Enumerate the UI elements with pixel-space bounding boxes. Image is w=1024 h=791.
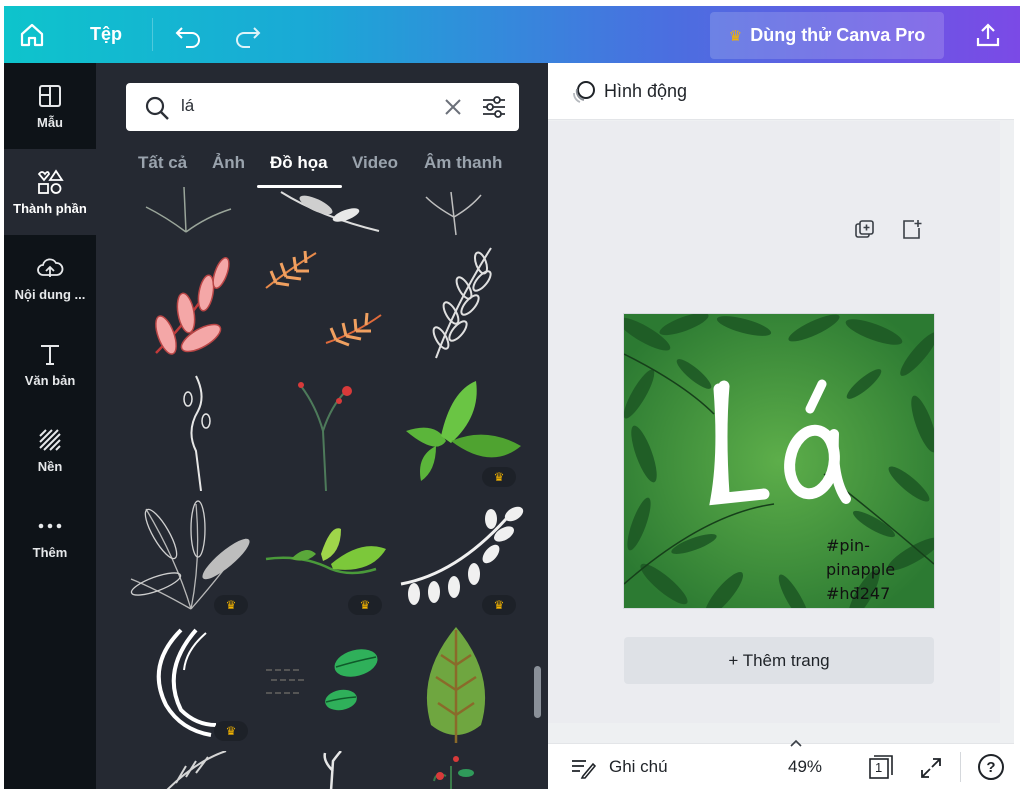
undo-icon — [175, 26, 200, 48]
undo-button[interactable] — [174, 6, 204, 63]
fullscreen-icon[interactable] — [920, 757, 942, 779]
leaf-graphic[interactable] — [126, 371, 256, 491]
rail-item-templates[interactable]: Mẫu — [4, 63, 96, 149]
try-canva-pro-button[interactable]: ♛ Dùng thử Canva Pro — [710, 12, 944, 59]
pro-badge: ♛ — [214, 595, 248, 615]
design-page[interactable]: #pin-pinapple #hđ247 — [624, 314, 934, 608]
right-edge — [1014, 63, 1020, 789]
help-button[interactable]: ? — [978, 754, 1004, 780]
upload-cloud-icon — [36, 255, 64, 281]
rail-item-elements[interactable]: Thành phần — [4, 149, 96, 235]
duplicate-page-icon[interactable] — [854, 219, 876, 241]
leaf-graphic[interactable] — [261, 243, 391, 363]
divider — [152, 18, 153, 51]
redo-button[interactable] — [232, 6, 262, 63]
rail-item-label: Nền — [37, 458, 63, 474]
pro-button-label: Dùng thử Canva Pro — [750, 25, 926, 45]
share-export-button[interactable] — [974, 6, 1002, 63]
text-icon — [38, 341, 62, 367]
page-count-button[interactable]: 1 — [868, 754, 894, 780]
editor-toolbar: Hình động — [548, 63, 1020, 120]
content-tabs: Tất cả Ảnh Đồ họa Video Âm thanh — [96, 145, 548, 188]
elements-icon — [36, 168, 64, 195]
pro-badge: ♛ — [482, 467, 516, 487]
leaf-graphic[interactable] — [396, 751, 526, 789]
rail-item-label: Văn bản — [24, 372, 76, 388]
rail-item-label: Thêm — [32, 544, 68, 560]
add-page-button[interactable]: + Thêm trang — [624, 637, 934, 684]
tab-video[interactable]: Video — [352, 153, 398, 173]
notes-label[interactable]: Ghi chú — [609, 757, 668, 777]
hashtag-line-1: #pin-pinapple — [826, 536, 896, 579]
chevron-up-icon[interactable] — [790, 739, 802, 747]
left-rail: Mẫu Thành phần Nội dung ... Văn bản Nền — [4, 63, 96, 789]
rail-item-background[interactable]: Nền — [4, 407, 96, 493]
crown-icon: ♛ — [728, 27, 743, 45]
page-count: 1 — [875, 760, 883, 775]
leaf-graphic[interactable] — [261, 371, 391, 491]
panel-scrollbar[interactable] — [534, 666, 541, 718]
pro-badge: ♛ — [482, 595, 516, 615]
notes-icon[interactable] — [570, 757, 596, 779]
add-page-icon[interactable] — [900, 218, 924, 242]
redo-icon — [236, 26, 261, 48]
leaf-graphic[interactable] — [261, 625, 391, 745]
search-input[interactable]: lá — [181, 96, 194, 116]
divider — [960, 752, 961, 782]
elements-panel: lá Tất cả Ảnh Đồ họa Video Âm thanh ♛ ♛ … — [96, 63, 548, 789]
hashtag-line-2: #hđ247 — [826, 584, 891, 603]
upload-icon — [976, 22, 1000, 46]
editor-footer: Ghi chú 49% 1 ? — [548, 739, 1020, 789]
rail-item-text[interactable]: Văn bản — [4, 321, 96, 407]
tab-audio[interactable]: Âm thanh — [424, 153, 502, 173]
pro-badge: ♛ — [214, 721, 248, 741]
canvas-area: #pin-pinapple #hđ247 + Thêm trang — [548, 121, 1000, 723]
pro-badge: ♛ — [348, 595, 382, 615]
leaf-graphic[interactable] — [396, 625, 526, 745]
template-icon — [38, 83, 62, 109]
rail-item-more[interactable]: Thêm — [4, 493, 96, 579]
leaf-graphic[interactable] — [261, 187, 391, 237]
leaf-graphic[interactable] — [126, 187, 256, 237]
editor-area: Hình động #pin-pinapple #hđ247 + Thêm tr… — [548, 63, 1020, 789]
leaf-graphic[interactable] — [396, 243, 526, 363]
rail-item-label: Nội dung ... — [14, 286, 86, 302]
leaf-graphic[interactable] — [261, 751, 391, 789]
rail-item-label: Thành phần — [13, 200, 87, 216]
canva-window: Tệp ♛ Dùng thử Canva Pro Mẫu Thành phần — [4, 6, 1020, 789]
home-button[interactable] — [18, 6, 46, 63]
search-box[interactable]: lá — [126, 83, 519, 131]
tab-photos[interactable]: Ảnh — [212, 153, 245, 173]
tab-graphics[interactable]: Đồ họa — [270, 153, 328, 173]
tab-all[interactable]: Tất cả — [138, 153, 187, 173]
more-icon — [37, 513, 63, 539]
animate-label[interactable]: Hình động — [604, 81, 687, 102]
filter-settings-icon[interactable] — [481, 95, 507, 119]
animate-icon[interactable] — [570, 79, 598, 105]
search-icon — [145, 96, 169, 120]
rail-item-label: Mẫu — [37, 114, 63, 130]
home-icon — [20, 23, 44, 46]
rail-item-uploads[interactable]: Nội dung ... — [4, 235, 96, 321]
leaf-graphic[interactable] — [126, 751, 256, 789]
top-bar: Tệp ♛ Dùng thử Canva Pro — [4, 6, 1020, 63]
leaf-graphic[interactable] — [396, 187, 526, 237]
clear-search-icon[interactable] — [444, 98, 462, 116]
leaf-graphic[interactable] — [126, 243, 256, 363]
help-icon: ? — [986, 758, 996, 776]
hashtag-text[interactable]: #pin-pinapple #hđ247 — [826, 534, 934, 606]
background-icon — [38, 427, 62, 453]
zoom-level[interactable]: 49% — [788, 757, 822, 777]
file-menu[interactable]: Tệp — [90, 6, 122, 63]
